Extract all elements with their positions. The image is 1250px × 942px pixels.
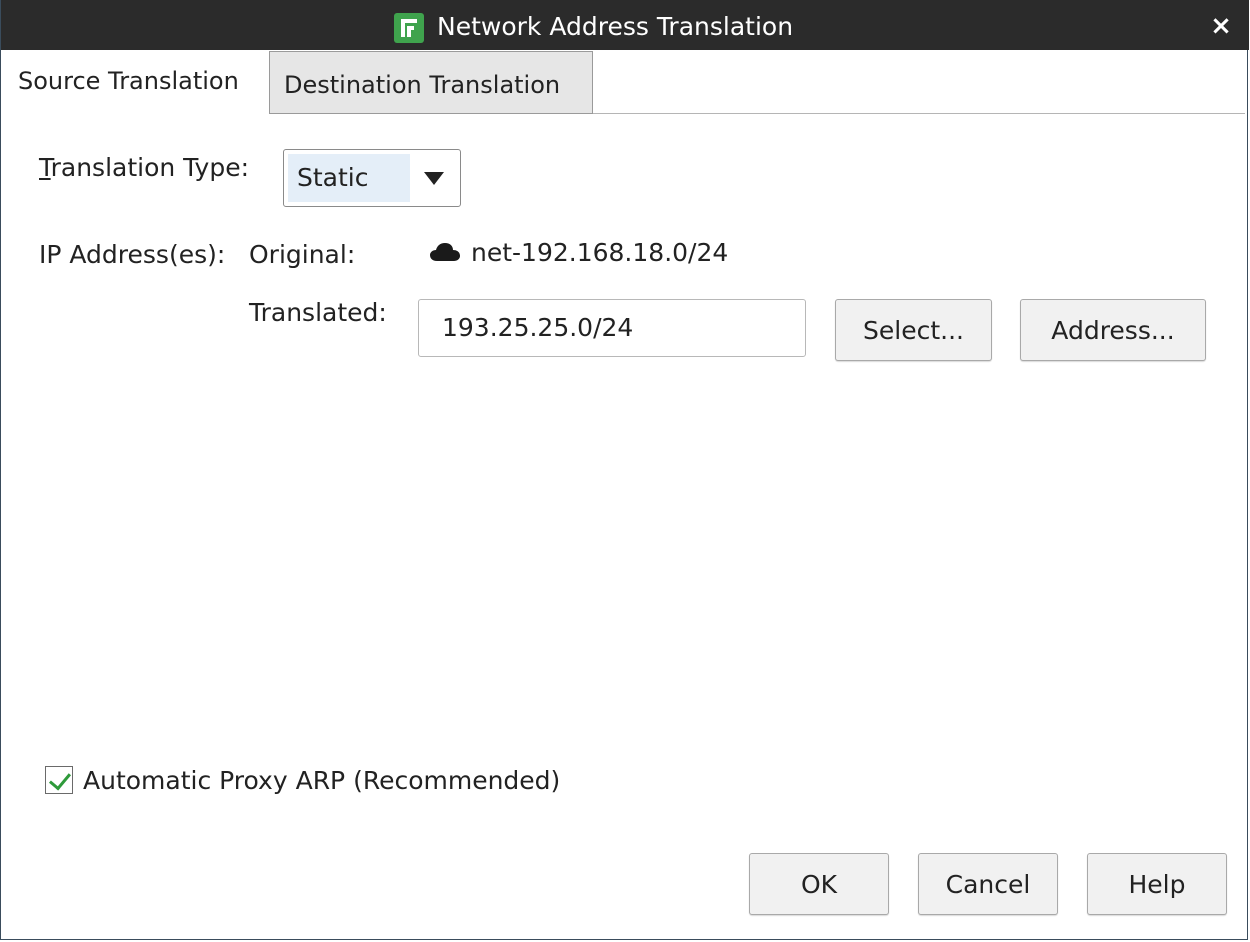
translation-type-value: Static xyxy=(288,154,410,202)
original-label: Original: xyxy=(249,240,356,269)
app-logo-icon xyxy=(394,13,424,43)
translated-address-input[interactable]: 193.25.25.0/24 xyxy=(418,299,806,357)
nat-dialog: Network Address Translation × Source Tra… xyxy=(0,0,1249,940)
proxy-arp-label[interactable]: Automatic Proxy ARP (Recommended) xyxy=(83,766,560,796)
select-button[interactable]: Select... xyxy=(835,299,992,361)
tab-destination-translation[interactable]: Destination Translation xyxy=(269,51,593,114)
chevron-down-icon[interactable] xyxy=(424,172,444,185)
tab-label: Destination Translation xyxy=(284,71,561,99)
checkmark-icon xyxy=(48,767,72,791)
cloud-network-icon xyxy=(430,243,460,261)
help-button[interactable]: Help xyxy=(1087,853,1227,915)
tab-source-translation[interactable]: Source Translation xyxy=(5,50,269,116)
original-address-value: net-192.168.18.0/24 xyxy=(471,238,729,267)
tab-bar: Source Translation Destination Translati… xyxy=(5,50,1249,116)
translated-label: Translated: xyxy=(249,298,387,327)
address-button[interactable]: Address... xyxy=(1020,299,1206,361)
close-icon[interactable]: × xyxy=(1207,12,1235,40)
window-title: Network Address Translation xyxy=(437,12,794,41)
translation-type-label: Translation Type: xyxy=(39,153,250,182)
tab-label: Source Translation xyxy=(18,67,239,95)
ip-addresses-label: IP Address(es): xyxy=(39,240,226,269)
title-bar[interactable]: Network Address Translation × xyxy=(1,0,1249,50)
proxy-arp-checkbox[interactable] xyxy=(45,766,73,794)
cancel-button[interactable]: Cancel xyxy=(918,853,1058,915)
translation-type-dropdown[interactable]: Static xyxy=(283,149,461,207)
ok-button[interactable]: OK xyxy=(749,853,889,915)
